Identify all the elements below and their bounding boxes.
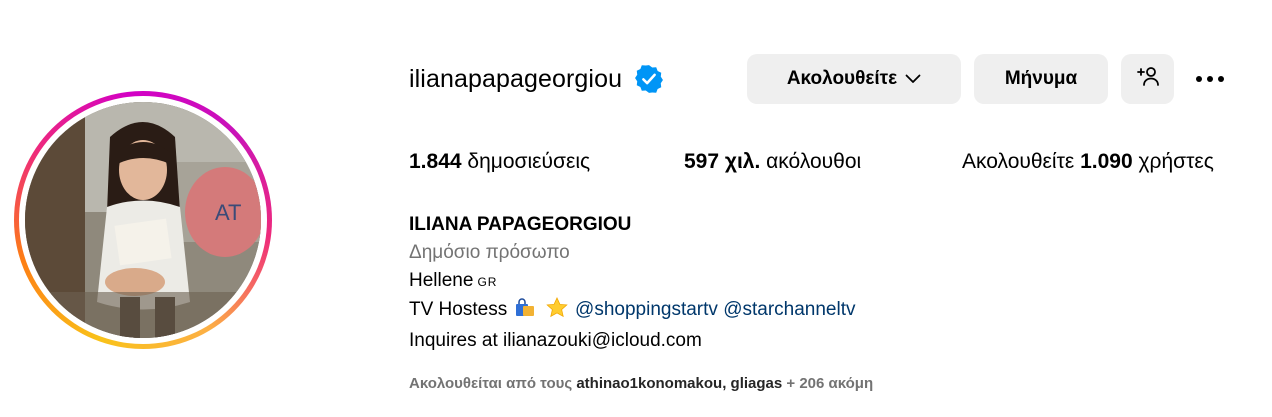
message-button[interactable]: Μήνυμα [974, 54, 1108, 104]
full-name: ILIANA PAPAGEORGIOU [409, 214, 632, 235]
profile-avatar[interactable]: AT [14, 91, 272, 349]
followed-by-separator: , [722, 375, 727, 392]
following-label: χρήστες [1138, 150, 1214, 173]
posts-count: 1.844 [409, 150, 462, 173]
flag-gr-icon: GR [477, 275, 498, 289]
followers-label: ακόλουθοι [766, 150, 862, 173]
shopping-bags-icon [514, 298, 536, 327]
avatar-photo-illustration: AT [25, 102, 261, 338]
following-button[interactable]: Ακολουθείτε [747, 54, 961, 104]
followed-by-prefix: Ακολουθείται από τους [409, 375, 573, 392]
following-count: 1.090 [1080, 150, 1133, 173]
bio-line-1: Hellene GR [409, 267, 856, 296]
more-dot [1196, 76, 1202, 82]
followers-stat[interactable]: 597 χιλ. ακόλουθοι [684, 150, 861, 174]
bio-line-2-text: TV Hostess [409, 299, 508, 320]
mention-link-shoppingstartv[interactable]: @shoppingstartv [575, 299, 718, 320]
category-label: Δημόσιο πρόσωπο [409, 242, 570, 263]
bio-section: ILIANA PAPAGEORGIOU Δημόσιο πρόσωπο Hell… [409, 211, 856, 355]
verified-badge-icon [634, 64, 664, 94]
profile-header: ilianapapageorgiou [409, 54, 664, 104]
followed-by[interactable]: Ακολουθείται από τους athinao1konomakou,… [409, 375, 873, 392]
mention-link-starchanneltv[interactable]: @starchanneltv [723, 299, 855, 320]
more-options-icon[interactable] [1190, 62, 1230, 96]
following-stat[interactable]: Ακολουθείτε 1.090 χρήστες [962, 150, 1214, 174]
avatar-border: AT [19, 96, 267, 344]
posts-count-stat: 1.844 δημοσιεύσεις [409, 150, 590, 174]
star-icon [546, 297, 568, 327]
chevron-down-icon [905, 74, 921, 84]
add-user-button[interactable] [1121, 54, 1174, 104]
following-button-label: Ακολουθείτε [786, 68, 898, 89]
bio-line-3: Inquires at ilianazouki@icloud.com [409, 330, 702, 351]
more-dot [1218, 76, 1224, 82]
more-dot [1207, 76, 1213, 82]
posts-label: δημοσιεύσεις [467, 150, 591, 173]
following-prefix: Ακολουθείτε [962, 150, 1075, 173]
add-user-icon [1136, 65, 1160, 93]
bio-line-2: TV Hostess @shoppingstartv @starchannelt… [409, 296, 856, 327]
avatar-photo: AT [25, 102, 261, 338]
followed-by-account-1[interactable]: athinao1konomakou [576, 375, 722, 392]
bio-line-1-text: Hellene [409, 270, 474, 291]
followers-count: 597 χιλ. [684, 150, 761, 173]
username: ilianapapageorgiou [409, 64, 623, 93]
svg-text:AT: AT [215, 200, 241, 225]
followed-by-more[interactable]: + 206 ακόμη [786, 375, 873, 392]
followed-by-account-2[interactable]: gliagas [731, 375, 783, 392]
message-button-label: Μήνυμα [1004, 68, 1078, 89]
